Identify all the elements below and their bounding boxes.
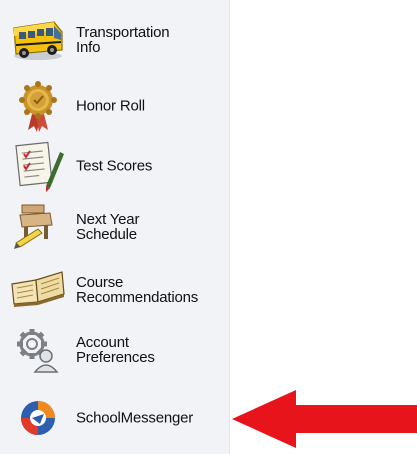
sidebar-item-label: Test Scores [76,157,153,175]
sidebar-item-schoolmessenger[interactable]: SchoolMessenger [0,390,229,446]
sidebar-item-course-recommendations[interactable]: Course Recommendations [0,262,229,318]
sidebar-item-label: Honor Roll [76,97,145,115]
sidebar-item-honor-roll[interactable]: Honor Roll [0,78,229,134]
school-bus-icon [10,12,66,68]
sidebar-item-next-year-schedule[interactable]: Next Year Schedule [0,199,229,255]
sidebar-item-test-scores[interactable]: Test Scores [0,138,229,194]
medal-icon [10,78,66,134]
test-paper-icon [10,138,66,194]
sidebar-nav: Transportation Info Honor Roll Test Scor… [0,0,230,454]
red-arrow-pointer-icon [232,390,417,448]
open-book-icon [10,262,66,318]
schoolmessenger-logo-icon [10,390,66,446]
sidebar-item-account-preferences[interactable]: Account Preferences [0,322,229,378]
sidebar-item-label: Transportation Info [76,24,170,56]
sidebar-item-label: SchoolMessenger [76,409,194,427]
account-gear-icon [10,322,66,378]
sidebar-item-label: Account Preferences [76,334,155,366]
sidebar-item-transportation-info[interactable]: Transportation Info [0,12,229,68]
sidebar-item-label: Course Recommendations [76,274,199,306]
sidebar-item-label: Next Year Schedule [76,211,140,243]
schedule-desk-icon [10,199,66,255]
